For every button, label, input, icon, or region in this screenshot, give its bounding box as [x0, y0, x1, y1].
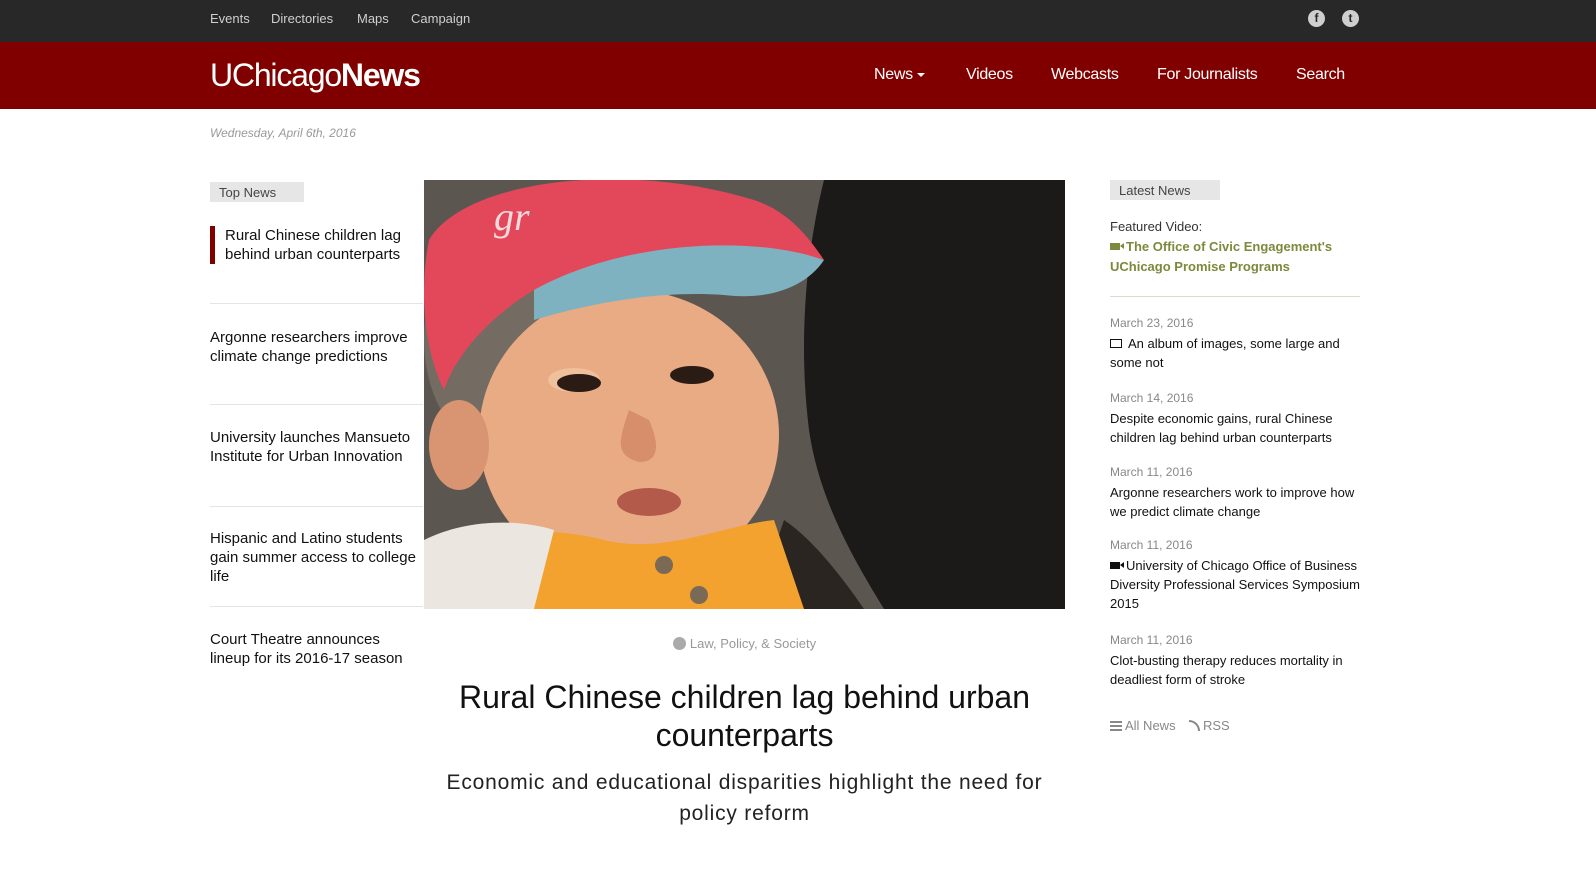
- top-news-item[interactable]: Hispanic and Latino students gain summer…: [210, 529, 423, 586]
- globe-icon: [672, 637, 686, 650]
- featured-video-title: The Office of Civic Engagement's UChicag…: [1110, 239, 1333, 274]
- divider: [210, 506, 423, 507]
- topbar-link-directories[interactable]: Directories: [271, 11, 333, 26]
- svg-text:gr: gr: [494, 194, 530, 239]
- latest-item-date: March 11, 2016: [1110, 465, 1193, 479]
- site-logo[interactable]: UChicagoNews: [210, 55, 421, 95]
- image-icon: [1110, 339, 1122, 348]
- main-header: UChicagoNews News Videos Webcasts For Jo…: [0, 42, 1596, 109]
- divider: [210, 303, 423, 304]
- rss-label: RSS: [1203, 718, 1230, 733]
- latest-item-date: March 23, 2016: [1110, 316, 1194, 330]
- top-news-item[interactable]: Argonne researchers improve climate chan…: [210, 328, 423, 366]
- divider: [1110, 296, 1360, 297]
- latest-item-date: March 11, 2016: [1110, 538, 1193, 552]
- nav-for-journalists[interactable]: For Journalists: [1157, 66, 1258, 84]
- logo-text-bold: News: [340, 57, 421, 93]
- topbar-link-events[interactable]: Events: [210, 11, 250, 26]
- list-icon: [1110, 721, 1122, 731]
- all-news-link[interactable]: All News: [1110, 718, 1176, 733]
- article-headline[interactable]: Rural Chinese children lag behind urban …: [424, 678, 1065, 754]
- latest-item-title[interactable]: Argonne researchers work to improve how …: [1110, 483, 1360, 521]
- article-category[interactable]: Law, Policy, & Society: [424, 636, 1065, 651]
- divider: [210, 404, 423, 405]
- latest-item-date: March 11, 2016: [1110, 633, 1193, 647]
- video-camera-icon: [1110, 562, 1124, 569]
- article-subhead: Economic and educational disparities hig…: [446, 771, 1043, 825]
- latest-item-title[interactable]: Clot-busting therapy reduces mortality i…: [1110, 651, 1360, 689]
- top-news-item[interactable]: Court Theatre announces lineup for its 2…: [210, 630, 423, 668]
- nav-news[interactable]: News: [874, 66, 925, 84]
- logo-text-light: UChicago: [210, 57, 342, 93]
- featured-video-link[interactable]: The Office of Civic Engagement's UChicag…: [1110, 237, 1360, 277]
- rss-link[interactable]: RSS: [1189, 718, 1230, 733]
- top-news-item[interactable]: University launches Mansueto Institute f…: [210, 428, 423, 466]
- current-date: Wednesday, April 6th, 2016: [210, 126, 356, 140]
- top-news-label: Top News: [210, 182, 304, 202]
- nav-webcasts[interactable]: Webcasts: [1051, 66, 1119, 84]
- category-label: Law, Policy, & Society: [689, 636, 817, 651]
- latest-item-title-text: An album of images, some large and some …: [1110, 336, 1340, 370]
- latest-item-title[interactable]: Despite economic gains, rural Chinese ch…: [1110, 409, 1360, 447]
- nav-news-label: News: [874, 66, 913, 83]
- featured-video-label: Featured Video:: [1110, 219, 1203, 234]
- rss-icon: [1189, 720, 1200, 731]
- latest-item-title[interactable]: University of Chicago Office of Business…: [1110, 556, 1360, 613]
- top-news-item[interactable]: Rural Chinese children lag behind urban …: [210, 226, 423, 264]
- latest-item-title-text: University of Chicago Office of Business…: [1110, 558, 1360, 611]
- latest-item-title[interactable]: An album of images, some large and some …: [1110, 334, 1360, 372]
- hero-image[interactable]: gr: [424, 180, 1065, 609]
- latest-item-date: March 14, 2016: [1110, 391, 1194, 405]
- twitter-icon[interactable]: t: [1342, 10, 1359, 27]
- divider: [210, 606, 423, 607]
- chevron-down-icon: [916, 72, 925, 77]
- nav-videos[interactable]: Videos: [966, 66, 1013, 84]
- topbar-link-campaign[interactable]: Campaign: [411, 11, 470, 26]
- nav-search[interactable]: Search: [1296, 66, 1345, 84]
- facebook-icon[interactable]: f: [1308, 10, 1325, 27]
- topbar-link-maps[interactable]: Maps: [357, 11, 389, 26]
- all-news-label: All News: [1125, 718, 1176, 733]
- video-camera-icon: [1110, 243, 1124, 250]
- latest-news-label: Latest News: [1110, 180, 1220, 200]
- utility-bar: Events Directories Maps Campaign f t: [0, 0, 1596, 42]
- hero-photo-illustration: gr: [424, 180, 1065, 609]
